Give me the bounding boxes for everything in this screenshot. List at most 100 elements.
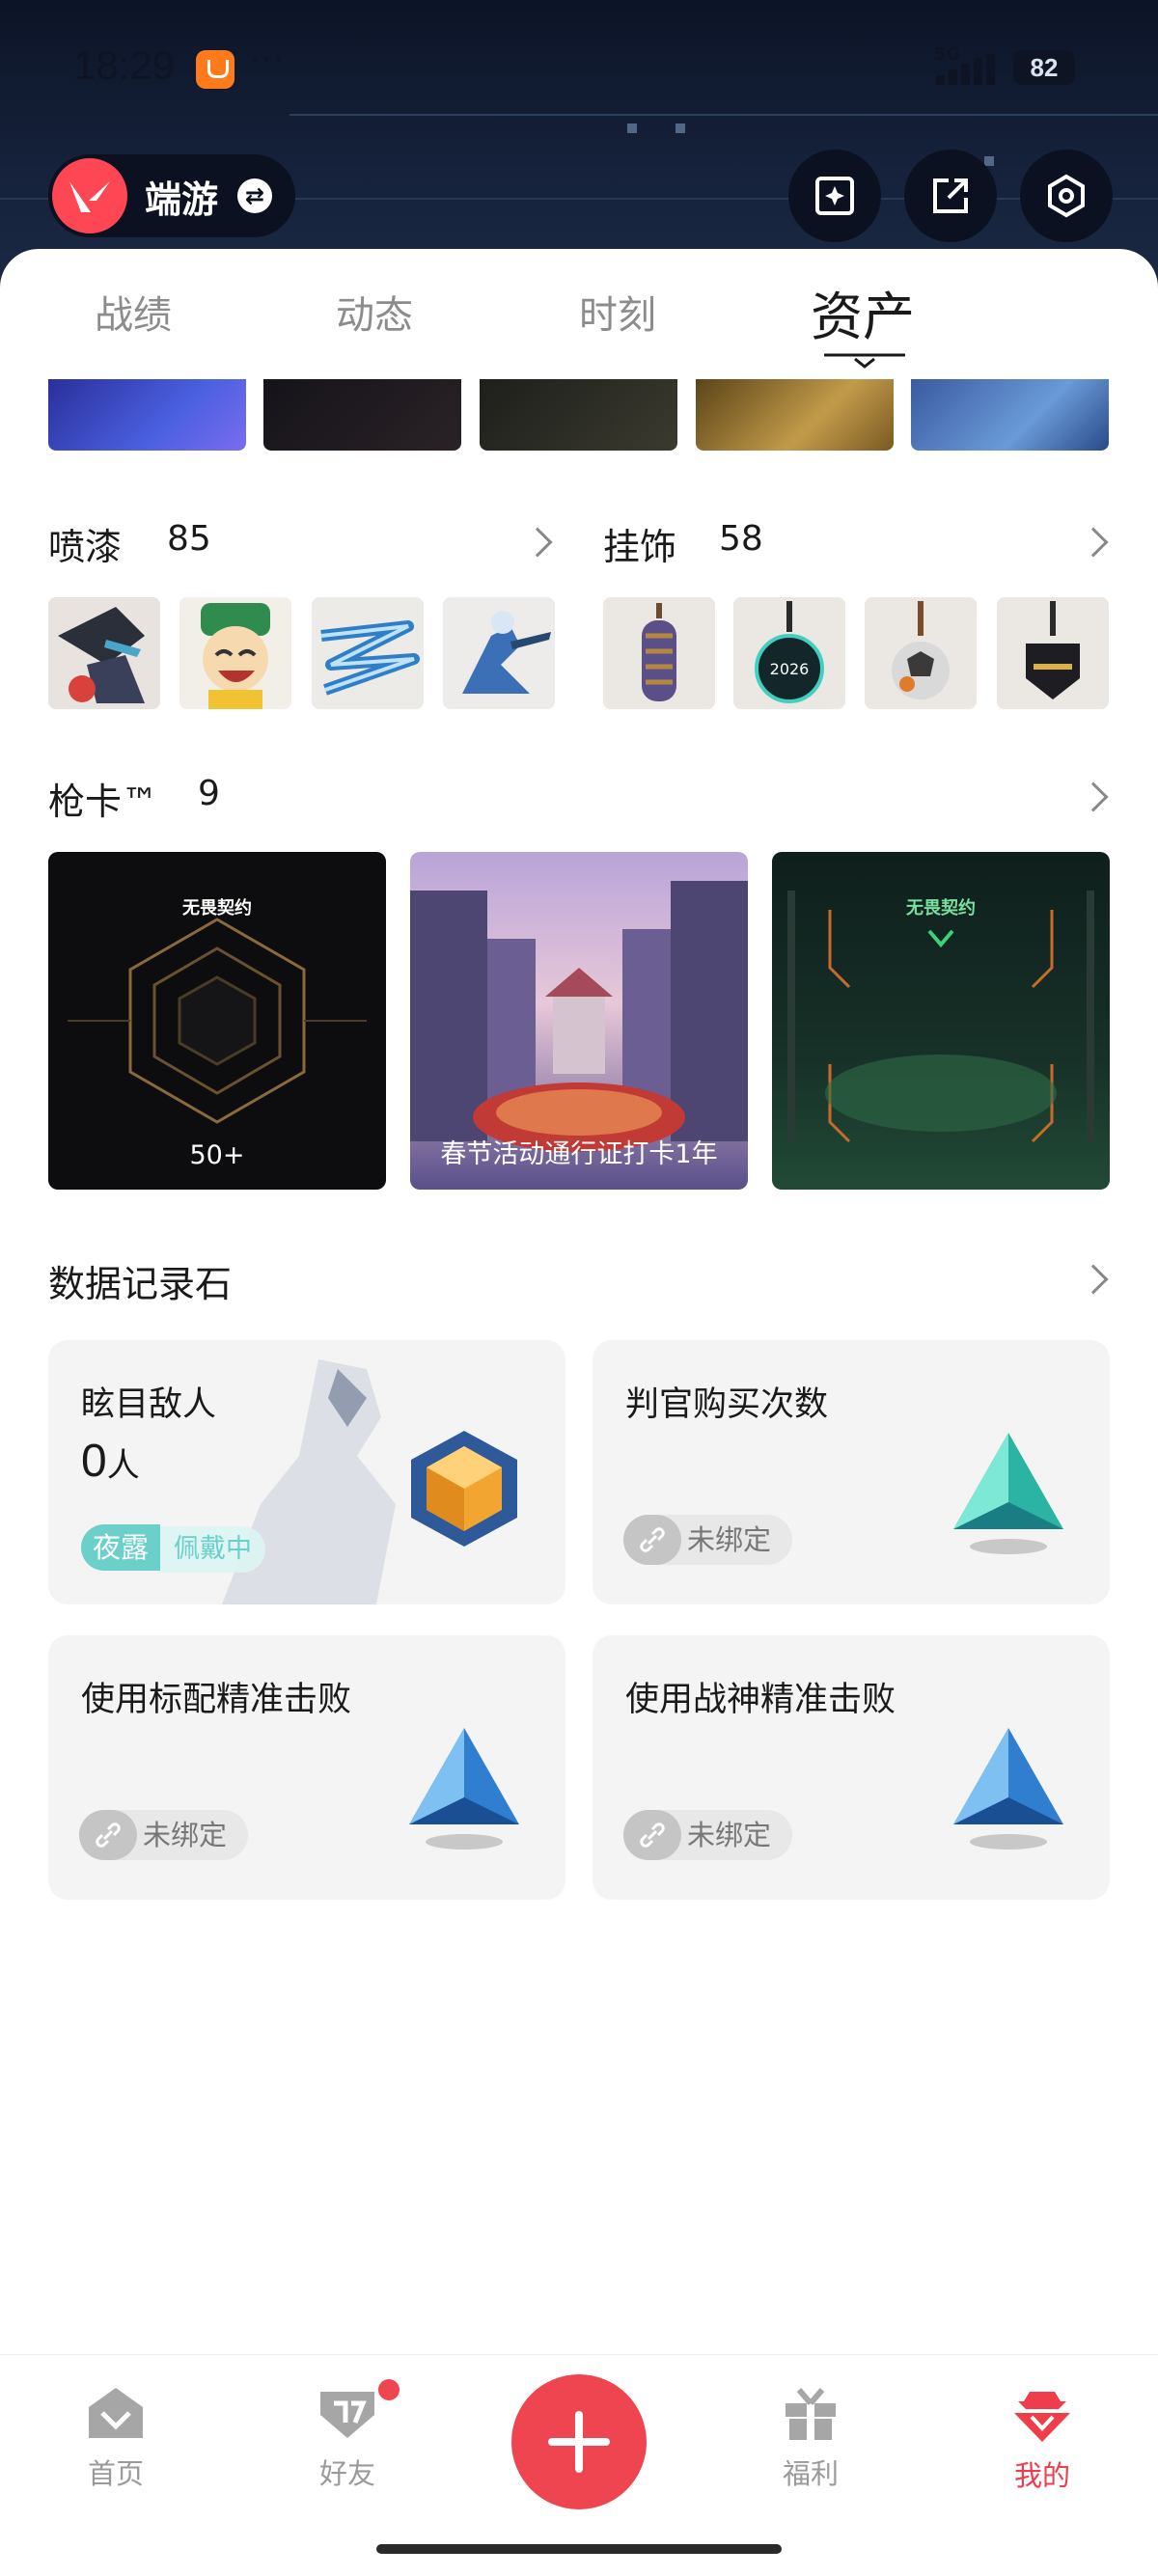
record-stone-card[interactable]: 使用战神精准击败 未绑定 bbox=[593, 1635, 1110, 1900]
nav-benefits-label: 福利 bbox=[782, 2457, 839, 2490]
tab-assets[interactable]: 资产 bbox=[811, 274, 915, 350]
settings-button[interactable] bbox=[1020, 150, 1113, 242]
header-decoration-dot bbox=[627, 123, 637, 133]
nav-me[interactable]: 我的 bbox=[984, 2384, 1100, 2494]
user-name: 端游 bbox=[145, 178, 219, 221]
charm-image: 2026 bbox=[733, 597, 845, 709]
cube-gem-icon bbox=[411, 1431, 517, 1547]
gun-card[interactable]: 春节活动通行证打卡1年 bbox=[410, 852, 748, 1190]
spray-image bbox=[312, 597, 424, 709]
edit-card-button[interactable] bbox=[788, 150, 881, 242]
active-tab-indicator bbox=[824, 353, 905, 369]
gun-card[interactable]: 无畏契约 bbox=[772, 852, 1110, 1190]
charms-title: 挂饰 bbox=[603, 526, 677, 568]
spray-item[interactable] bbox=[443, 597, 555, 709]
spray-item[interactable] bbox=[179, 597, 291, 709]
pyramid-gem-icon bbox=[953, 1728, 1063, 1850]
nav-friends-label: 好友 bbox=[318, 2457, 375, 2490]
asset-thumbnail[interactable] bbox=[696, 379, 894, 451]
charm-item[interactable] bbox=[997, 597, 1109, 709]
status-more: ··· bbox=[249, 41, 287, 79]
header-decoration-line bbox=[290, 114, 1158, 116]
charm-image bbox=[997, 597, 1109, 709]
sprays-title: 喷漆 bbox=[48, 526, 123, 568]
bottom-nav: 首页 好友 福利 我的 bbox=[0, 2354, 1158, 2576]
record-title: 使用标配精准击败 bbox=[81, 1681, 352, 1719]
tab-bar: 战绩 动态 时刻 资产 bbox=[0, 249, 1158, 379]
agent-name: 夜露 bbox=[81, 1524, 161, 1571]
agent-tag: 夜露 佩戴中 bbox=[81, 1524, 266, 1573]
notification-dot bbox=[378, 2379, 400, 2400]
status-time: 18:29 bbox=[73, 42, 176, 88]
gun-card-logo: 无畏契约 bbox=[182, 898, 252, 918]
gun-card-logo: 无畏契约 bbox=[906, 898, 976, 918]
charm-image bbox=[603, 597, 715, 709]
asset-thumbnail[interactable] bbox=[48, 379, 246, 451]
nav-benefits[interactable]: 福利 bbox=[753, 2384, 868, 2492]
svg-text:2026: 2026 bbox=[770, 660, 810, 678]
record-stone-card[interactable]: 眩目敌人 0人 夜露 佩戴中 bbox=[48, 1340, 565, 1604]
pyramid-gem-icon bbox=[953, 1433, 1063, 1554]
record-stone-card[interactable]: 判官购买次数 未绑定 bbox=[593, 1340, 1110, 1604]
unbound-label: 未绑定 bbox=[687, 1523, 772, 1556]
switch-icon: ⇄ bbox=[237, 178, 272, 213]
unbound-badge: 未绑定 bbox=[623, 1515, 793, 1565]
battery-icon: 82 bbox=[1013, 50, 1075, 85]
nav-home[interactable]: 首页 bbox=[58, 2384, 174, 2492]
create-post-button[interactable] bbox=[511, 2374, 647, 2509]
tab-feed[interactable]: 动态 bbox=[336, 284, 413, 340]
spray-image bbox=[179, 597, 291, 709]
friends-icon bbox=[320, 2392, 374, 2438]
nav-home-label: 首页 bbox=[87, 2457, 144, 2490]
sparkle-card-icon bbox=[815, 177, 854, 215]
account-switcher[interactable]: 端游 ⇄ bbox=[48, 154, 295, 237]
valorant-logo-icon bbox=[69, 181, 110, 212]
record-title: 判官购买次数 bbox=[625, 1385, 829, 1424]
gift-icon bbox=[786, 2388, 836, 2440]
spray-item[interactable] bbox=[48, 597, 160, 709]
pyramid-gem-icon bbox=[409, 1728, 519, 1850]
signal-icon bbox=[936, 54, 996, 85]
agent-status: 佩戴中 bbox=[160, 1526, 266, 1573]
gun-card-label: 50+ bbox=[189, 1140, 245, 1170]
unbound-label: 未绑定 bbox=[143, 1819, 228, 1851]
notification-app-icon bbox=[196, 50, 234, 89]
charm-item[interactable]: 2026 bbox=[733, 597, 845, 709]
gun-cards-title: 枪卡™ bbox=[48, 781, 159, 823]
asset-thumbnail[interactable] bbox=[480, 379, 677, 451]
link-icon bbox=[79, 1810, 137, 1860]
nav-me-label: 我的 bbox=[1013, 2459, 1070, 2492]
gun-cards-count: 9 bbox=[198, 774, 220, 813]
tab-stats[interactable]: 战绩 bbox=[95, 284, 172, 340]
spray-item[interactable] bbox=[312, 597, 424, 709]
spray-image bbox=[443, 597, 555, 709]
home-indicator bbox=[376, 2544, 782, 2554]
asset-thumbnail[interactable] bbox=[263, 379, 461, 451]
sprays-count: 85 bbox=[167, 519, 211, 559]
record-value-number: 0 bbox=[81, 1436, 107, 1487]
record-stone-card[interactable]: 使用标配精准击败 未绑定 bbox=[48, 1635, 565, 1900]
tab-moments[interactable]: 时刻 bbox=[579, 284, 656, 340]
avatar bbox=[48, 154, 131, 237]
share-button[interactable] bbox=[904, 150, 997, 242]
record-title: 眩目敌人 bbox=[81, 1385, 217, 1424]
header-decoration-dot bbox=[676, 123, 685, 133]
unbound-label: 未绑定 bbox=[687, 1819, 772, 1851]
link-icon bbox=[623, 1515, 681, 1565]
unbound-badge: 未绑定 bbox=[79, 1810, 249, 1860]
asset-thumbnail[interactable] bbox=[911, 379, 1109, 451]
gun-card[interactable]: 无畏契约 50+ bbox=[48, 852, 386, 1190]
gear-icon bbox=[1048, 174, 1085, 218]
charms-count: 58 bbox=[719, 519, 763, 559]
gun-card-label: 春节活动通行证打卡1年 bbox=[440, 1139, 718, 1169]
record-value-unit: 人 bbox=[106, 1447, 140, 1484]
spray-image bbox=[48, 597, 160, 709]
charm-item[interactable] bbox=[603, 597, 715, 709]
profile-icon bbox=[1014, 2392, 1070, 2442]
home-icon bbox=[89, 2388, 143, 2438]
records-title: 数据记录石 bbox=[48, 1263, 233, 1305]
charm-item[interactable] bbox=[865, 597, 977, 709]
share-icon bbox=[933, 178, 968, 213]
status-bar: 18:29 ··· 5G 82 bbox=[0, 39, 1158, 96]
record-title: 使用战神精准击败 bbox=[625, 1681, 896, 1719]
